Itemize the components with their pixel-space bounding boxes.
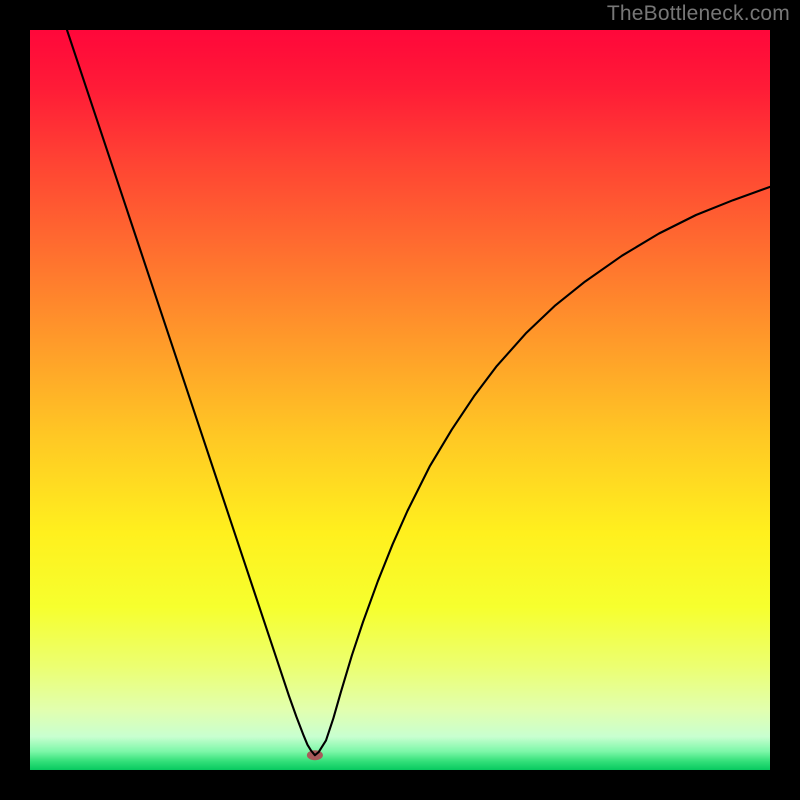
chart-svg [30,30,770,770]
plot-area [30,30,770,770]
watermark-text: TheBottleneck.com [607,2,790,26]
chart-container: TheBottleneck.com [0,0,800,800]
gradient-background [30,30,770,770]
